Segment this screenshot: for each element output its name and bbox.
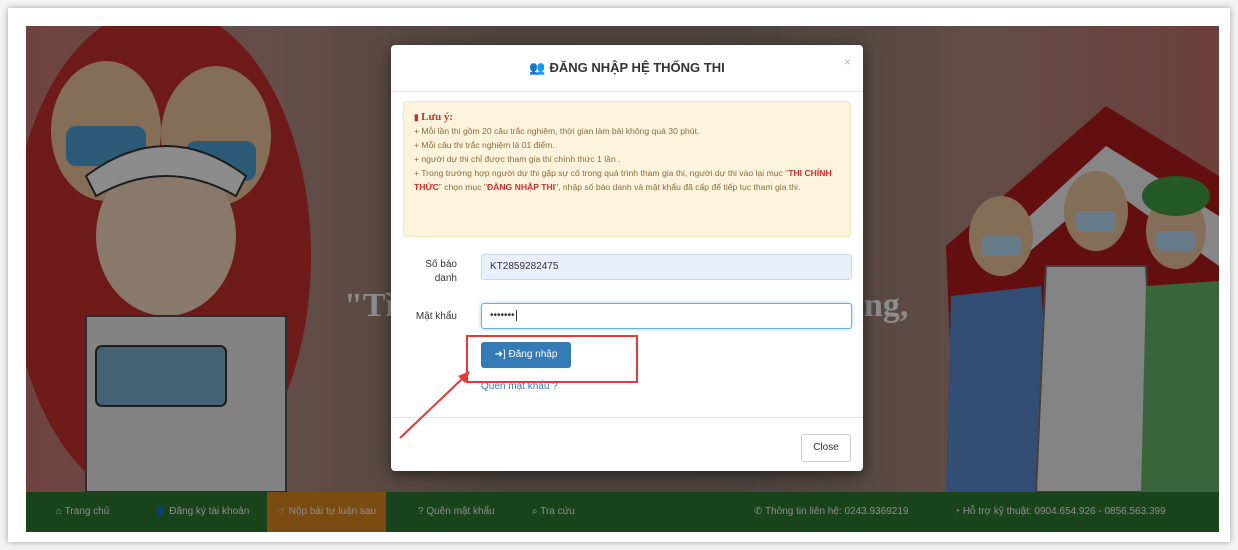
- notice-line-4a: + Trong trường hợp người dự thi gặp sự c…: [414, 168, 789, 178]
- notice-line-4e: ", nhập số báo danh và mật khẩu đã cấp đ…: [555, 182, 801, 192]
- close-icon[interactable]: ×: [844, 55, 851, 69]
- notice-title: ▮ Lưu ý:: [414, 110, 840, 124]
- sbd-label-line2: danh: [434, 273, 457, 284]
- password-input[interactable]: •••••••: [481, 303, 852, 329]
- notice-box: ▮ Lưu ý: + Mỗi lần thi gồm 20 câu trắc n…: [403, 101, 851, 237]
- annotation-highlight-box: [466, 335, 638, 383]
- notice-line-4: + Trong trường hợp người dự thi gặp sự c…: [414, 166, 840, 194]
- modal-title-text: ĐĂNG NHẬP HỆ THỐNG THI: [549, 60, 725, 75]
- screenshot-frame: "Tì ng, ⌂ Trang chủ 👤 Đăng ký tài khoản …: [8, 8, 1230, 542]
- notice-line-1: + Mỗi lần thi gồm 20 câu trắc nghiệm, th…: [414, 126, 700, 136]
- text-cursor: [515, 310, 517, 321]
- sbd-label-line1: Số báo: [425, 259, 457, 270]
- modal-title: 👥 ĐĂNG NHẬP HỆ THỐNG THI: [391, 45, 863, 91]
- password-label: Mật khẩu: [415, 311, 457, 322]
- close-button[interactable]: Close: [801, 434, 851, 462]
- notice-line-3: + người dự thi chỉ được tham gia thi chí…: [414, 154, 621, 164]
- notice-line-4c: " chọn mục ": [438, 182, 487, 192]
- sbd-input[interactable]: KT2859282475: [481, 254, 852, 280]
- password-value: •••••••: [490, 310, 515, 321]
- notice-title-text: Lưu ý:: [421, 111, 454, 123]
- sbd-label: Số báo danh: [411, 258, 457, 286]
- login-modal: 👥 ĐĂNG NHẬP HỆ THỐNG THI × ▮ Lưu ý: + Mỗi…: [391, 45, 863, 471]
- users-lock-icon: 👥: [529, 60, 546, 75]
- notice-line-2: + Mỗi câu thi trắc nghiệm là 01 điểm.: [414, 140, 555, 150]
- notice-highlight-login: ĐĂNG NHẬP THI: [486, 182, 556, 192]
- modal-footer: Close: [391, 417, 863, 472]
- modal-header: 👥 ĐĂNG NHẬP HỆ THỐNG THI ×: [391, 45, 863, 92]
